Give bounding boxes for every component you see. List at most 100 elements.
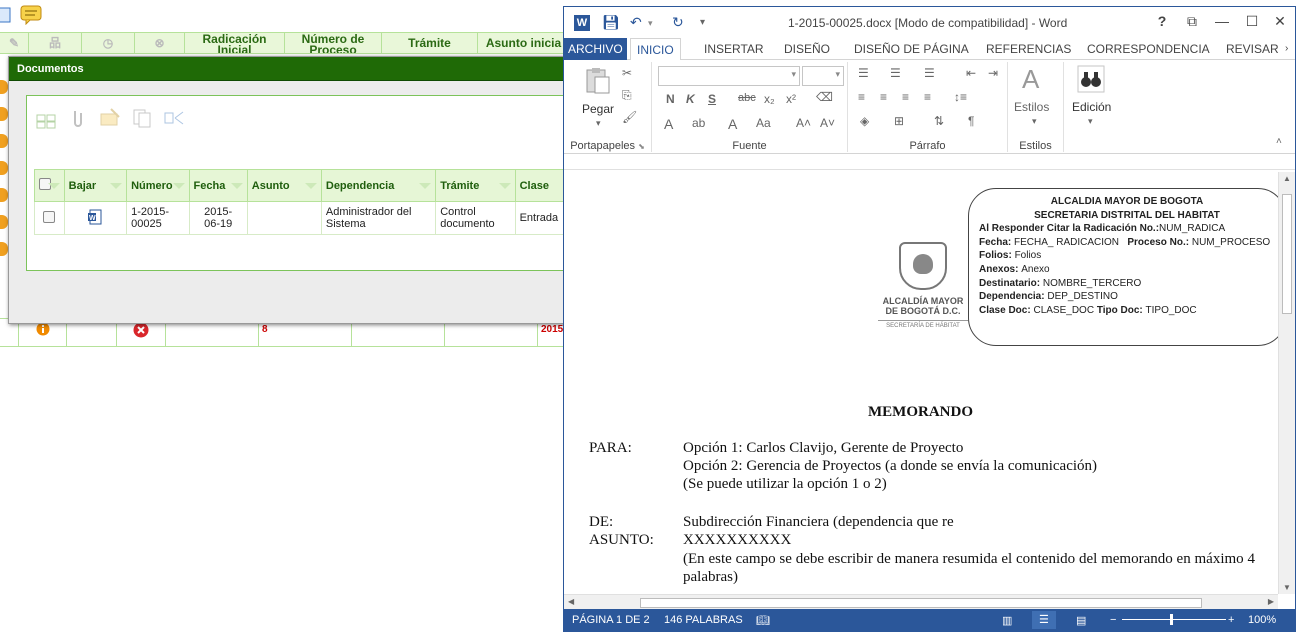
table-row[interactable]: W 1-2015- 00025 2015- 06-19 Administrador … [34, 201, 594, 235]
zoom-out-icon[interactable]: − [1110, 614, 1116, 626]
dialog-title[interactable]: Documentos [9, 57, 577, 81]
page-count[interactable]: PÁGINA 1 DE 2 [572, 614, 650, 626]
zoom-in-icon[interactable]: + [1228, 614, 1234, 626]
scroll-down-icon[interactable]: ▼ [1283, 583, 1291, 592]
tab-diseno-pagina[interactable]: DISEÑO DE PÁGINA [848, 38, 975, 60]
row-checkbox[interactable] [43, 210, 56, 223]
column-radicacion[interactable]: Radicación Inicial [185, 33, 285, 53]
vertical-scrollbar[interactable]: ▲ ▼ [1278, 172, 1295, 594]
column-asunto[interactable]: Asunto inicia [478, 33, 570, 53]
align-right-icon[interactable]: ≡ [902, 90, 909, 104]
change-case-icon[interactable]: Aa [756, 116, 771, 130]
styles-button[interactable]: Estilos [1014, 100, 1049, 114]
multilevel-list-icon[interactable]: ☰ [924, 66, 935, 80]
strikethrough-icon[interactable]: abc [738, 92, 756, 104]
superscript-icon[interactable]: x² [786, 92, 796, 106]
comment-icon[interactable] [20, 5, 42, 25]
undo-dropdown-icon[interactable]: ▾ [648, 18, 653, 29]
tab-diseno[interactable]: DISEÑO [778, 38, 836, 60]
clock-col-icon[interactable]: ◷ [82, 33, 135, 53]
word-count[interactable]: 146 PALABRAS [664, 614, 743, 626]
align-left-icon[interactable]: ≡ [858, 90, 865, 104]
bullets-icon[interactable]: ☰ [858, 66, 869, 80]
sort-icon[interactable]: ⇅ [934, 114, 944, 128]
undo-icon[interactable]: ↶ [630, 14, 642, 31]
column-tramite[interactable]: Trámite [382, 33, 478, 53]
styles-dropdown-icon[interactable]: ▾ [1032, 116, 1037, 127]
copy-document-icon[interactable] [131, 107, 153, 129]
zoom-slider[interactable] [1122, 619, 1226, 620]
line-spacing-icon[interactable]: ↕≡ [954, 90, 967, 104]
web-layout-icon[interactable]: ▤ [1076, 614, 1086, 627]
bold-icon[interactable]: N [666, 92, 675, 106]
vertical-scroll-thumb[interactable] [1282, 194, 1292, 314]
tabs-scroll-right-icon[interactable]: › [1279, 38, 1294, 60]
paste-dropdown-icon[interactable]: ▾ [596, 118, 601, 129]
shading-icon[interactable]: ◈ [860, 114, 869, 128]
align-center-icon[interactable]: ≡ [880, 90, 887, 104]
editing-button[interactable]: Edición [1072, 100, 1111, 114]
error-icon[interactable] [133, 322, 149, 338]
tab-insertar[interactable]: INSERTAR [698, 38, 770, 60]
column-tramite[interactable]: Trámite [435, 169, 516, 202]
close-button[interactable]: ✕ [1270, 13, 1290, 30]
collapse-ribbon-icon[interactable]: ˄ [1276, 136, 1282, 147]
text-effects-icon[interactable]: A [664, 116, 673, 132]
cancel-col-icon[interactable]: ⊗ [135, 33, 185, 53]
underline-icon[interactable]: S [708, 92, 716, 106]
tab-inicio[interactable]: INICIO [630, 38, 681, 61]
document-canvas[interactable]: ALCALDÍA MAYOR DE BOGOTÁ D.C. SECRETARÍA… [564, 172, 1278, 594]
column-asunto[interactable]: Asunto [246, 169, 322, 202]
attachment-icon[interactable] [67, 107, 89, 129]
highlight-icon[interactable]: ab [692, 116, 705, 130]
print-layout-icon[interactable]: ☰ [1032, 611, 1056, 629]
tab-archivo[interactable]: ARCHIVO [564, 38, 627, 60]
shrink-font-icon[interactable]: A˅ [820, 116, 835, 130]
info-icon[interactable] [36, 322, 50, 336]
decrease-indent-icon[interactable]: ⇤ [966, 66, 976, 80]
ribbon-display-icon[interactable]: ⧉ [1182, 13, 1202, 30]
binoculars-icon[interactable] [1076, 64, 1106, 94]
italic-icon[interactable]: K [686, 92, 695, 106]
paste-button[interactable]: Pegar [582, 102, 614, 116]
scroll-left-icon[interactable]: ◀ [568, 597, 574, 606]
show-marks-icon[interactable]: ¶ [968, 114, 974, 128]
tab-correspondencia[interactable]: CORRESPONDENCIA [1081, 38, 1216, 60]
subscript-icon[interactable]: x₂ [764, 92, 775, 106]
edit-folder-icon[interactable] [99, 107, 121, 129]
select-all-checkbox[interactable] [39, 178, 51, 190]
horizontal-scroll-thumb[interactable] [640, 598, 1202, 608]
zoom-level[interactable]: 100% [1248, 614, 1276, 626]
tab-referencias[interactable]: REFERENCIAS [980, 38, 1077, 60]
borders-icon[interactable]: ⊞ [894, 114, 904, 128]
maximize-button[interactable]: ☐ [1242, 13, 1262, 30]
read-mode-icon[interactable]: ▥ [1002, 614, 1012, 627]
minimize-button[interactable]: — [1212, 13, 1232, 29]
font-size-combo[interactable]: ▾ [802, 66, 844, 86]
scroll-up-icon[interactable]: ▲ [1283, 174, 1291, 183]
save-icon[interactable]: 💾︎ [602, 14, 620, 31]
clear-format-icon[interactable]: ⌫ [816, 90, 833, 104]
tab-revisar[interactable]: REVISAR [1220, 38, 1285, 60]
column-dependencia[interactable]: Dependencia [320, 169, 437, 202]
proofing-icon[interactable]: 📖︎ [756, 614, 770, 627]
column-fecha[interactable]: Fecha [188, 169, 248, 202]
cut-icon[interactable]: ✂ [622, 66, 632, 80]
numbering-icon[interactable]: ☰ [890, 66, 901, 80]
styles-icon[interactable]: A [1022, 64, 1039, 95]
copy-icon[interactable]: ⎘ [622, 88, 632, 103]
zoom-slider-thumb[interactable] [1170, 614, 1173, 625]
scroll-right-icon[interactable]: ▶ [1268, 597, 1274, 606]
grow-font-icon[interactable]: A˄ [796, 116, 811, 130]
document-icon[interactable] [0, 5, 16, 25]
column-numero-proceso[interactable]: Número de Proceso [285, 33, 382, 53]
customize-qat-icon[interactable]: ▾ [700, 17, 705, 28]
font-name-combo[interactable]: ▾ [658, 66, 800, 86]
select-all-header[interactable] [34, 169, 65, 202]
attach-col-icon[interactable]: ✎ [0, 33, 29, 53]
word-document-icon[interactable]: W [87, 209, 103, 225]
column-numero[interactable]: Número [126, 169, 190, 202]
tree-col-icon[interactable]: 品 [29, 33, 82, 53]
editing-dropdown-icon[interactable]: ▾ [1088, 116, 1093, 127]
font-color-icon[interactable]: A [728, 116, 737, 132]
